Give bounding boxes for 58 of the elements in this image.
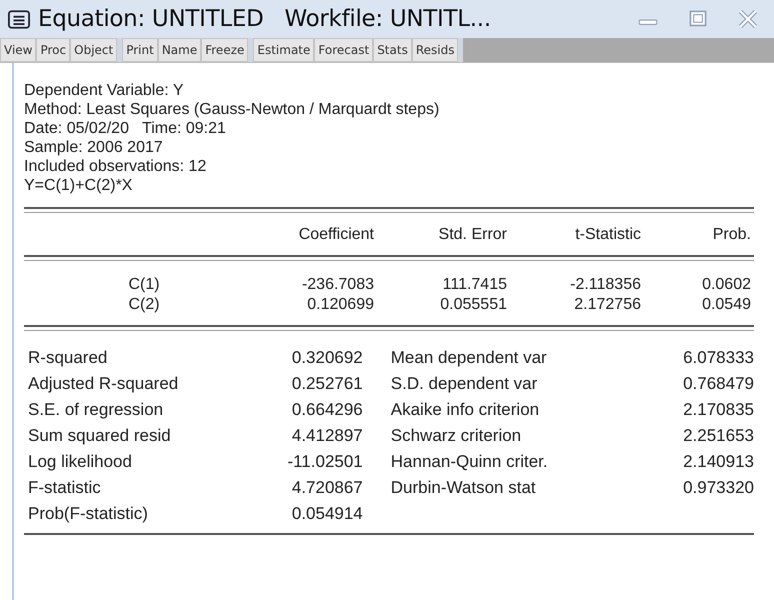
toolbar-button[interactable]: Forecast [314, 38, 374, 62]
window-title: Equation: UNTITLED Workfile: UNTITL... [38, 6, 491, 32]
toolbar-button[interactable]: Object [70, 38, 118, 62]
table-cell-text: -2.118356 [569, 275, 641, 295]
statistic-value: 2.251653 [683, 426, 754, 445]
statistic-value: 4.412897 [290, 425, 363, 447]
output-line: Sample: 2006 2017 [24, 138, 164, 157]
statistic-value: 0.054914 [290, 503, 363, 525]
statistic-value: -11.02501 [286, 451, 363, 473]
toolbar-button[interactable]: View [0, 38, 36, 62]
statistic-label: Sum squared resid [27, 425, 172, 447]
statistic-label: F-statistic [27, 477, 102, 499]
toolbar-button[interactable]: Resids [412, 38, 458, 62]
output-line: Date: 05/02/20 Time: 09:21 [24, 119, 227, 138]
statistic-label: S.E. of regression [27, 399, 164, 421]
statistic-label: Adjusted R-squared [27, 373, 180, 395]
toolbar-button[interactable]: Print [122, 38, 158, 62]
statistic-label: Log likelihood [27, 451, 133, 473]
statistic-value: 0.320692 [290, 347, 363, 369]
statistic-label: Akaike info criterion [390, 400, 540, 419]
variable-name: C(2) [128, 295, 160, 315]
statistic-label: Durbin-Watson stat [390, 478, 536, 497]
column-header: Std. Error [438, 225, 507, 245]
table-cell-text: 0.0549 [701, 295, 751, 315]
statistic-value: 6.078333 [683, 348, 754, 367]
table-cell-text: 2.172756 [573, 295, 641, 315]
output-line: Included observations: 12 [24, 157, 208, 176]
output-line: Method: Least Squares (Gauss-Newton / Marquardt steps) [24, 100, 440, 119]
toolbar-button[interactable]: Estimate [253, 38, 314, 62]
statistic-label: Prob(F-statistic) [27, 503, 149, 525]
toolbar-button[interactable]: Name [158, 38, 202, 62]
toolbar-button[interactable]: Freeze [201, 38, 248, 62]
table-cell-text: 0.055551 [439, 295, 507, 315]
toolbar-button[interactable]: Stats [373, 38, 412, 62]
column-header: Prob. [712, 225, 751, 245]
column-header: Coefficient [298, 225, 374, 245]
variable-name: C(1) [128, 275, 160, 295]
output-line: Dependent Variable: Y [24, 81, 185, 100]
statistic-value: 2.140913 [683, 452, 754, 471]
statistic-value: 0.664296 [290, 399, 363, 421]
statistic-label: S.D. dependent var [390, 374, 538, 393]
statistic-value: 0.973320 [683, 478, 754, 497]
table-cell-text: 111.7415 [442, 275, 507, 295]
window-menu-icon[interactable] [8, 10, 30, 28]
statistic-value: 0.252761 [290, 373, 363, 395]
statistic-value: 4.720867 [290, 477, 363, 499]
column-header: t-Statistic [574, 225, 641, 245]
statistic-label: R-squared [27, 347, 108, 369]
statistic-label: Hannan-Quinn criter. [390, 452, 548, 471]
toolbar-button[interactable]: Proc [36, 38, 70, 62]
statistic-value: 0.768479 [683, 374, 754, 393]
table-cell-text: 0.120699 [306, 295, 374, 315]
output-line: Y=C(1)+C(2)*X [24, 176, 134, 195]
statistic-label: Mean dependent var [390, 348, 547, 367]
table-cell-text: 0.0602 [701, 275, 751, 295]
statistic-value: 2.170835 [683, 400, 754, 419]
table-cell-text: -236.7083 [300, 275, 374, 295]
statistic-label: Schwarz criterion [390, 426, 522, 445]
